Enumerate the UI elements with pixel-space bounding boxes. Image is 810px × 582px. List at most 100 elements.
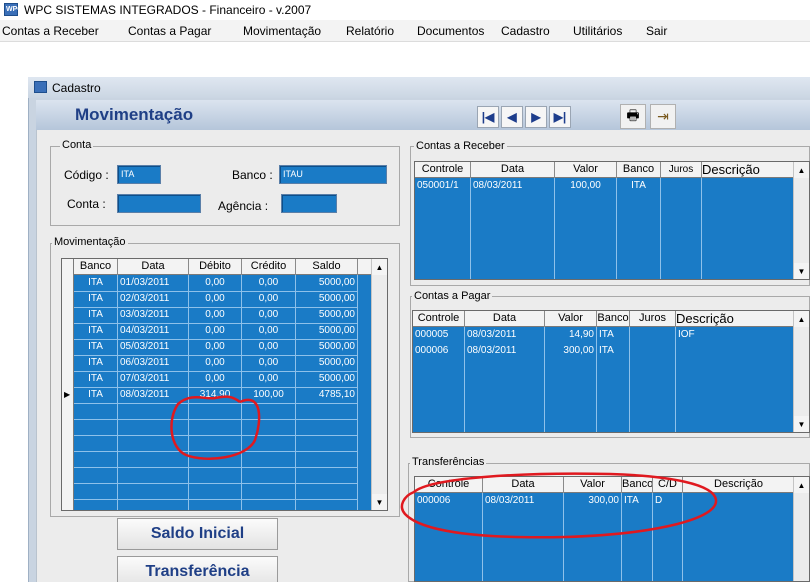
column-header[interactable]: Data	[471, 162, 555, 178]
menu-documentos[interactable]: Documentos	[417, 24, 484, 38]
scroll-down-arrow-icon[interactable]: ▼	[794, 263, 809, 279]
menu-movimentacao[interactable]: Movimentação	[243, 24, 321, 38]
table-cell: 100,00	[253, 389, 284, 400]
table-cell: 08/03/2011	[467, 329, 517, 340]
table-cell: 300,00	[588, 495, 619, 506]
column-header[interactable]: Valor	[545, 311, 597, 327]
prev-record-button[interactable]: ◀	[501, 106, 523, 128]
column-header[interactable]: Juros	[630, 311, 676, 327]
table-cell: 01/03/2011	[120, 277, 170, 288]
first-record-button[interactable]: |◀	[477, 106, 499, 128]
agencia-field[interactable]	[281, 194, 337, 213]
scroll-down-arrow-icon[interactable]: ▼	[794, 416, 809, 432]
table-cell: 5000,00	[318, 293, 355, 304]
menu-bar: Contas a Receber Contas a Pagar Moviment…	[0, 20, 810, 42]
column-header[interactable]: Saldo	[296, 259, 358, 275]
column-header[interactable]: Data	[118, 259, 189, 275]
transferencia-button[interactable]: Transferência	[117, 556, 278, 582]
scroll-down-arrow-icon[interactable]: ▼	[372, 494, 387, 510]
menu-contas-receber[interactable]: Contas a Receber	[2, 24, 99, 38]
app-root: WPC WPC SISTEMAS INTEGRADOS - Financeiro…	[0, 0, 810, 582]
scroll-up-arrow-icon[interactable]: ▲	[794, 162, 809, 178]
print-button[interactable]: 🖶	[620, 104, 646, 129]
table-cell: 08/03/2011	[120, 389, 170, 400]
table-cell: 0,00	[205, 293, 225, 304]
table-row[interactable]: 000006 08/03/2011 300,00 ITA	[413, 343, 809, 359]
last-record-button[interactable]: ▶|	[549, 106, 571, 128]
table-cell: ITA	[88, 357, 103, 368]
column-header[interactable]: Banco	[622, 477, 653, 493]
column-header[interactable]: Crédito	[242, 259, 296, 275]
first-record-icon: |◀	[481, 110, 495, 124]
exit-button[interactable]: ⇥	[650, 104, 676, 129]
movimentacao-grid[interactable]: Banco Data Débito Crédito Saldo ▶ ITA 01/03/201…	[61, 258, 388, 511]
table-cell: ITA	[88, 373, 103, 384]
contas-pagar-grid[interactable]: Controle Data Valor Banco Juros Descrição 0000…	[412, 310, 810, 433]
saldo-inicial-button[interactable]: Saldo Inicial	[117, 518, 278, 550]
table-cell: 000005	[415, 329, 449, 340]
vertical-scrollbar[interactable]: ▲ ▼	[793, 162, 809, 279]
table-row[interactable]: ITA 05/03/2011 0,00 0,00 5000,00	[62, 339, 387, 355]
column-header[interactable]: Descrição	[676, 311, 795, 327]
table-cell: 0,00	[258, 357, 279, 368]
table-cell: ITA	[631, 180, 646, 191]
table-row[interactable]: 000006 08/03/2011 300,00 ITA D	[415, 493, 809, 509]
vertical-scrollbar[interactable]: ▲	[793, 477, 809, 581]
column-header[interactable]: Data	[465, 311, 545, 327]
next-record-icon: ▶	[531, 110, 541, 124]
child-window-title: Cadastro	[52, 81, 101, 95]
table-cell: 03/03/2011	[120, 309, 170, 320]
column-header[interactable]: Controle	[415, 162, 471, 178]
column-header[interactable]: Controle	[415, 477, 483, 493]
table-row[interactable]: 050001/1 08/03/2011 100,00 ITA	[415, 178, 809, 194]
contas-receber-grid[interactable]: Controle Data Valor Banco Juros Descrição 0500…	[414, 161, 810, 280]
column-header[interactable]: Valor	[564, 477, 622, 493]
exit-door-icon: ⇥	[657, 108, 669, 124]
conta-field[interactable]	[117, 194, 201, 213]
row-divider	[62, 419, 358, 420]
column-header[interactable]: Descrição	[683, 477, 795, 493]
vertical-scrollbar[interactable]: ▲ ▼	[793, 311, 809, 432]
column-header[interactable]: Descrição	[702, 162, 795, 178]
banco-field[interactable]: ITAU	[279, 165, 387, 184]
menu-utilitarios[interactable]: Utilitários	[573, 24, 622, 38]
menu-sair[interactable]: Sair	[646, 24, 667, 38]
column-header[interactable]: C/D	[653, 477, 683, 493]
table-row[interactable]: ITA 01/03/2011 0,00 0,00 5000,00	[62, 275, 387, 291]
column-header[interactable]: Banco	[617, 162, 661, 178]
scroll-up-arrow-icon[interactable]: ▲	[372, 259, 387, 275]
column-header[interactable]: Banco	[74, 259, 118, 275]
column-header[interactable]: Controle	[413, 311, 465, 327]
codigo-field[interactable]: ITA	[117, 165, 161, 184]
scroll-up-arrow-icon[interactable]: ▲	[794, 311, 809, 327]
menu-relatorio[interactable]: Relatório	[346, 24, 394, 38]
next-record-button[interactable]: ▶	[525, 106, 547, 128]
table-row[interactable]: 000005 08/03/2011 14,90 ITA IOF	[413, 327, 809, 343]
table-cell: 300,00	[563, 345, 594, 356]
menu-cadastro[interactable]: Cadastro	[501, 24, 550, 38]
table-row[interactable]: ITA 07/03/2011 0,00 0,00 5000,00	[62, 371, 387, 387]
scroll-up-arrow-icon[interactable]: ▲	[794, 477, 809, 493]
grid-header: Controle Data Valor Banco Juros Descrição	[413, 311, 809, 327]
row-divider	[62, 483, 358, 484]
column-header[interactable]: Valor	[555, 162, 617, 178]
conta-label: Conta :	[67, 197, 106, 211]
vertical-scrollbar[interactable]: ▲ ▼	[371, 259, 387, 510]
cadastro-window-icon	[34, 81, 47, 93]
column-header[interactable]: Juros	[661, 162, 702, 178]
menu-contas-pagar[interactable]: Contas a Pagar	[128, 24, 211, 38]
table-row[interactable]: ITA 04/03/2011 0,00 0,00 5000,00	[62, 323, 387, 339]
transferencias-grid[interactable]: Controle Data Valor Banco C/D Descrição 000006…	[414, 476, 810, 582]
table-row[interactable]: ITA 03/03/2011 0,00 0,00 5000,00	[62, 307, 387, 323]
table-cell: 08/03/2011	[473, 180, 523, 191]
column-header[interactable]: Data	[483, 477, 564, 493]
column-header[interactable]: Banco	[597, 311, 630, 327]
table-row[interactable]: ITA 08/03/2011 314,90 100,00 4785,10	[62, 387, 387, 403]
table-row[interactable]: ITA 06/03/2011 0,00 0,00 5000,00	[62, 355, 387, 371]
table-cell: 0,00	[205, 309, 225, 320]
table-row[interactable]: ITA 02/03/2011 0,00 0,00 5000,00	[62, 291, 387, 307]
codigo-label: Código :	[64, 168, 109, 182]
column-header[interactable]: Débito	[189, 259, 242, 275]
table-cell: 5000,00	[318, 341, 355, 352]
table-cell: 0,00	[205, 373, 225, 384]
